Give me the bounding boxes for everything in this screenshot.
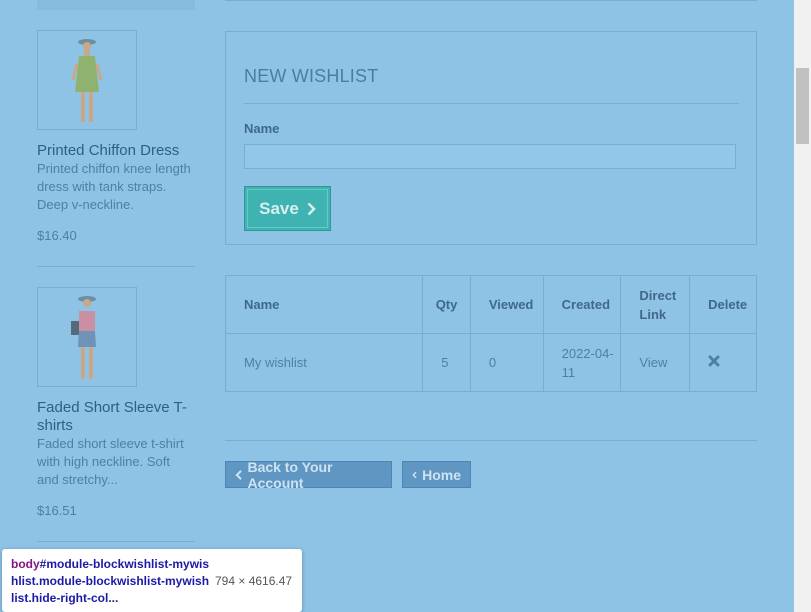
qty-cell: 5 xyxy=(422,333,471,392)
new-wishlist-form: NEW WISHLIST Name Save xyxy=(225,31,757,245)
sidebar-product-2: Faded Short Sleeve T-shirts Faded short … xyxy=(37,287,195,518)
sidebar-divider xyxy=(37,266,195,267)
button-focus-ring xyxy=(247,189,328,228)
product-image-2[interactable] xyxy=(37,287,137,387)
header-qty: Qty xyxy=(422,275,471,334)
back-to-account-label: Back to Your Account xyxy=(247,458,333,491)
vertical-scrollbar[interactable] xyxy=(794,0,811,612)
sidebar-divider xyxy=(37,541,195,542)
table-header-row: Name Qty Viewed Created Direct Link Dele… xyxy=(224,275,757,334)
form-divider xyxy=(244,103,739,104)
wishlist-name-cell[interactable]: My wishlist xyxy=(224,333,424,392)
chevron-left-icon xyxy=(412,471,417,478)
sidebar-top-edge xyxy=(37,0,195,10)
header-created: Created xyxy=(542,275,622,334)
sidebar-product-1: Printed Chiffon Dress Printed chiffon kn… xyxy=(37,30,195,243)
chevron-left-icon xyxy=(235,469,242,480)
wishlist-table: Name Qty Viewed Created Direct Link Dele… xyxy=(224,275,757,392)
created-cell: 2022-04-11 xyxy=(542,333,622,392)
table-row: My wishlist 5 0 2022-04-11 View xyxy=(224,333,757,392)
tshirt-model-icon xyxy=(71,296,96,379)
form-title: NEW WISHLIST xyxy=(244,66,379,86)
product-description: Faded short sleeve t-shirt with high nec… xyxy=(37,436,184,487)
save-button[interactable]: Save xyxy=(244,186,331,231)
header-delete: Delete xyxy=(689,275,757,334)
home-label: Home xyxy=(422,466,461,483)
element-selector-text: #module-blockwishlist-mywishlist.module-… xyxy=(11,557,210,605)
product-price: $16.51 xyxy=(37,503,77,518)
home-button[interactable]: Home xyxy=(402,461,471,488)
close-icon[interactable] xyxy=(708,355,720,367)
product-name[interactable]: Faded Short Sleeve T-shirts xyxy=(37,399,195,435)
product-description: Printed chiffon knee length dress with t… xyxy=(37,161,191,212)
element-dimensions: 794 × 4616.47 xyxy=(215,574,293,588)
top-divider xyxy=(225,0,757,1)
header-viewed: Viewed xyxy=(469,275,544,334)
view-link[interactable]: View xyxy=(620,333,691,392)
product-name[interactable]: Printed Chiffon Dress xyxy=(37,142,195,160)
devtools-element-tooltip: body#module-blockwishlist-mywishlist.mod… xyxy=(2,549,302,612)
header-direct-link: Direct Link xyxy=(620,275,691,334)
header-name: Name xyxy=(224,275,424,334)
back-to-account-button[interactable]: Back to Your Account xyxy=(225,458,392,491)
product-price: $16.40 xyxy=(37,228,77,243)
product-image-1[interactable] xyxy=(37,30,137,130)
scrollbar-thumb[interactable] xyxy=(796,68,809,144)
delete-cell[interactable] xyxy=(689,333,757,392)
name-label: Name xyxy=(244,121,280,136)
footer-divider xyxy=(225,440,757,441)
element-selector: body#module-blockwishlist-mywishlist.mod… xyxy=(11,556,211,607)
wishlist-name-input[interactable] xyxy=(244,144,736,169)
dress-model-icon xyxy=(71,39,103,122)
viewed-cell: 0 xyxy=(469,333,544,392)
element-tag: body xyxy=(11,557,40,571)
page-overlay: Printed Chiffon Dress Printed chiffon kn… xyxy=(0,0,794,612)
